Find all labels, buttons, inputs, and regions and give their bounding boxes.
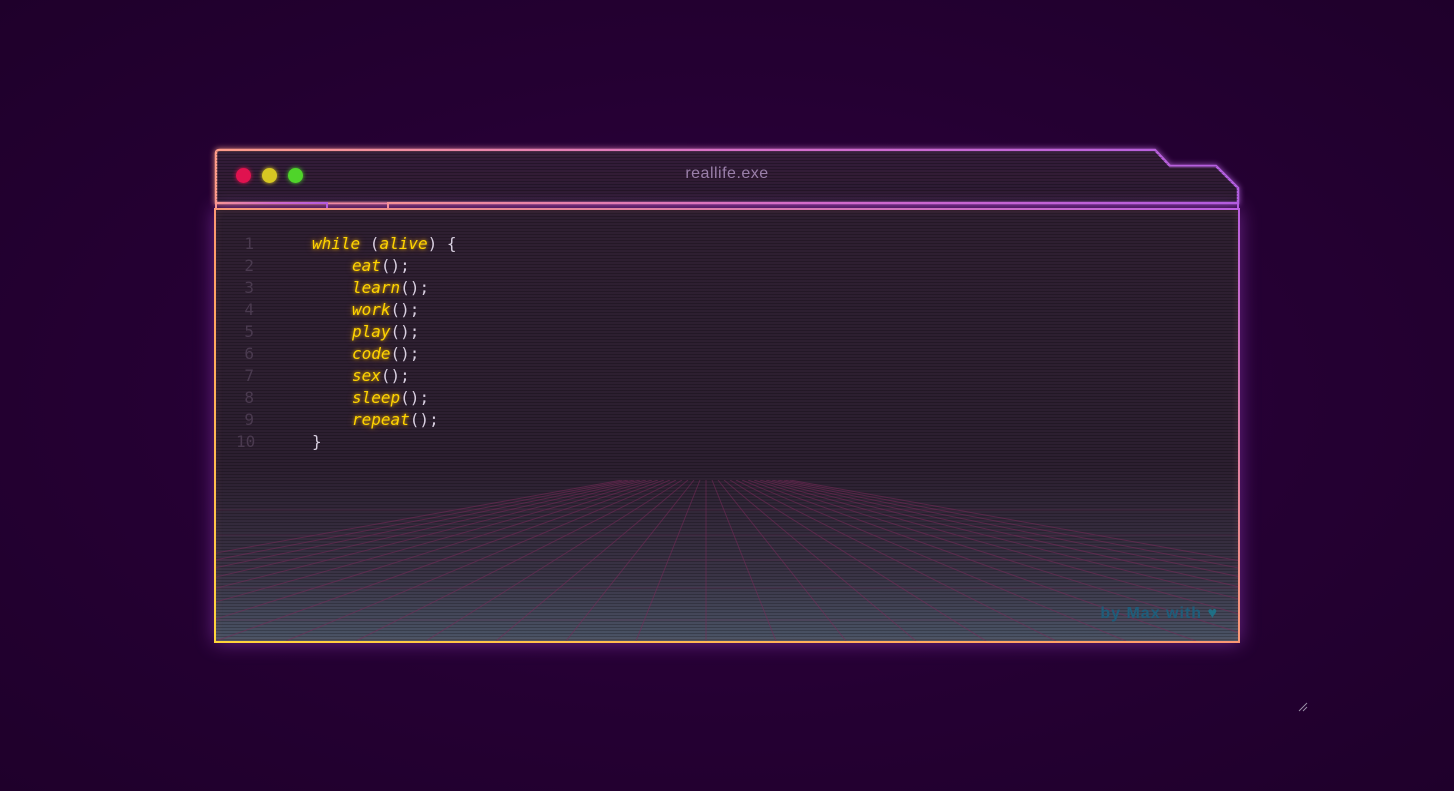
keyword-token: alive	[379, 234, 428, 253]
punctuation-token: ();	[390, 300, 420, 319]
line-text: repeat();	[352, 409, 439, 431]
function-token: work	[352, 300, 391, 319]
function-token: code	[352, 344, 391, 363]
function-token: sleep	[352, 388, 401, 407]
line-text: play();	[352, 321, 419, 343]
function-token: sex	[352, 366, 381, 385]
function-token: repeat	[352, 410, 410, 429]
title-bar[interactable]: reallife.exe	[214, 148, 1240, 210]
line-text: }	[312, 431, 322, 453]
line-text: learn();	[352, 277, 429, 299]
resize-grip-icon[interactable]	[1298, 702, 1308, 712]
punctuation-token: ();	[409, 410, 439, 429]
code-editor[interactable]: 1 while (alive) {2 eat(); 3 learn(); 4 work();…	[214, 208, 1240, 643]
line-text: sleep();	[352, 387, 429, 409]
window-title: reallife.exe	[685, 165, 769, 182]
punctuation-token: ();	[400, 388, 430, 407]
line-text: sex();	[352, 365, 410, 387]
function-token: eat	[352, 256, 381, 275]
credit-text: by Max with	[1100, 605, 1203, 622]
perspective-grid	[216, 480, 1238, 641]
line-number: 9	[244, 410, 254, 429]
line-text: work();	[352, 299, 419, 321]
punctuation-token: (	[360, 234, 380, 253]
punctuation-token: ();	[390, 344, 420, 363]
editor-window: reallife.exe 1 while (alive) {2 eat(); 3 lea…	[214, 148, 1240, 643]
line-number: 4	[244, 300, 254, 319]
credit: by Max with ♥	[1100, 605, 1218, 623]
punctuation-token: ) {	[427, 234, 457, 253]
heart-icon: ♥	[1207, 605, 1218, 622]
function-token: learn	[352, 278, 401, 297]
punctuation-token: ();	[380, 256, 410, 275]
line-number: 3	[244, 278, 254, 297]
keyword-token: while	[312, 234, 361, 253]
line-number: 2	[244, 256, 254, 275]
function-token: play	[352, 322, 391, 341]
punctuation-token: ();	[400, 278, 430, 297]
line-text: eat();	[352, 255, 410, 277]
line-number: 7	[244, 366, 254, 385]
line-number: 6	[244, 344, 254, 363]
line-number: 5	[244, 322, 254, 341]
line-number: 8	[244, 388, 254, 407]
page: reallife.exe 1 while (alive) {2 eat(); 3 lea…	[0, 0, 1454, 791]
punctuation-token: ();	[390, 322, 420, 341]
punctuation-token: }	[312, 432, 322, 451]
line-text: while (alive) {	[312, 233, 457, 255]
line-number: 10	[236, 432, 256, 451]
line-text: code();	[352, 343, 419, 365]
punctuation-token: ();	[380, 366, 410, 385]
line-number: 1	[244, 234, 254, 253]
